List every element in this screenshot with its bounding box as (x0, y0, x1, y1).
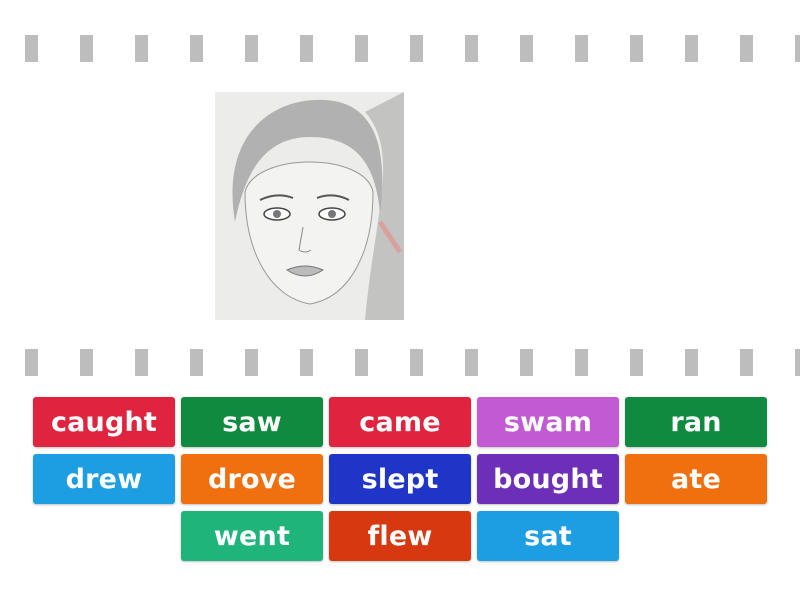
drop-slot[interactable] (300, 349, 313, 376)
drop-slot[interactable] (135, 349, 148, 376)
drop-slot[interactable] (740, 349, 753, 376)
drop-slot[interactable] (465, 35, 478, 62)
drop-slot[interactable] (80, 349, 93, 376)
word-tile-saw[interactable]: saw (181, 397, 323, 447)
drop-slot[interactable] (355, 35, 368, 62)
drop-slot[interactable] (685, 349, 698, 376)
word-tile-flew[interactable]: flew (329, 511, 471, 561)
word-tile-caught[interactable]: caught (33, 397, 175, 447)
drop-slot[interactable] (245, 35, 258, 62)
word-tile-went[interactable]: went (181, 511, 323, 561)
drop-slot[interactable] (575, 35, 588, 62)
drop-slot[interactable] (245, 349, 258, 376)
face-sketch-image (215, 92, 404, 320)
drop-slot[interactable] (300, 35, 313, 62)
drop-slot[interactable] (410, 349, 423, 376)
drop-slot[interactable] (25, 35, 38, 62)
drop-slots-top (0, 35, 800, 63)
drop-slot[interactable] (795, 349, 800, 376)
drop-slot[interactable] (575, 349, 588, 376)
drop-slots-bottom (0, 349, 800, 377)
drop-slot[interactable] (685, 35, 698, 62)
word-tile-sat[interactable]: sat (477, 511, 619, 561)
drop-slot[interactable] (465, 349, 478, 376)
drop-slot[interactable] (630, 349, 643, 376)
drop-slot[interactable] (25, 349, 38, 376)
drop-slot[interactable] (630, 35, 643, 62)
word-tile-swam[interactable]: swam (477, 397, 619, 447)
word-tile-bought[interactable]: bought (477, 454, 619, 504)
drop-slot[interactable] (80, 35, 93, 62)
drop-slot[interactable] (795, 35, 800, 62)
drop-slot[interactable] (520, 35, 533, 62)
word-tile-drove[interactable]: drove (181, 454, 323, 504)
drop-slot[interactable] (190, 35, 203, 62)
drop-slot[interactable] (190, 349, 203, 376)
drop-slot[interactable] (135, 35, 148, 62)
word-tile-ate[interactable]: ate (625, 454, 767, 504)
drop-slot[interactable] (520, 349, 533, 376)
drop-slot[interactable] (410, 35, 423, 62)
word-tile-slept[interactable]: slept (329, 454, 471, 504)
drop-slot[interactable] (740, 35, 753, 62)
word-tile-ran[interactable]: ran (625, 397, 767, 447)
word-tile-came[interactable]: came (329, 397, 471, 447)
drop-slot[interactable] (355, 349, 368, 376)
word-tile-drew[interactable]: drew (33, 454, 175, 504)
